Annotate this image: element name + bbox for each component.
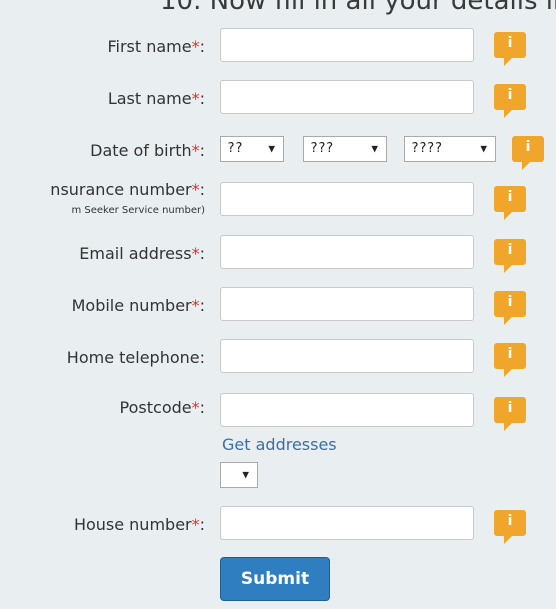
insurance-number-sublabel: m Seeker Service number) [71,205,205,216]
insurance-number-input[interactable] [220,182,474,216]
date-of-birth-label: Date of birth*: [90,141,205,160]
first-name-info-icon[interactable]: i [494,32,526,66]
step-heading: 10. Now fill in all your details in the [0,0,556,30]
first-name-label: First name*: [107,37,205,56]
mobile-info-icon[interactable]: i [494,291,526,325]
postcode-label: Postcode*: [119,398,205,417]
mobile-number-input[interactable] [220,287,474,321]
dob-info-icon[interactable]: i [512,136,544,170]
insurance-number-label: nsurance number*: [50,180,205,199]
home-telephone-label: Home telephone: [66,348,205,367]
email-address-input[interactable] [220,235,474,269]
postcode-info-icon[interactable]: i [494,397,526,431]
dob-day-select[interactable]: ?? ▼ [220,136,284,162]
step-heading-text: 10. Now fill in all your details in the [160,0,556,16]
email-info-icon[interactable]: i [494,239,526,273]
insurance-number-info-icon[interactable]: i [494,186,526,220]
house-number-input[interactable] [220,506,474,540]
last-name-info-icon[interactable]: i [494,84,526,118]
address-select[interactable]: ▼ [220,462,258,488]
last-name-input[interactable] [220,80,474,114]
chevron-down-icon: ▼ [242,468,249,481]
dob-year-select[interactable]: ???? ▼ [404,136,496,162]
home-telephone-info-icon[interactable]: i [494,343,526,377]
chevron-down-icon: ▼ [268,142,275,155]
last-name-label: Last name*: [107,89,205,108]
submit-button[interactable]: Submit [220,557,330,601]
house-number-label: House number*: [73,515,205,534]
home-telephone-input[interactable] [220,339,474,373]
postcode-input[interactable] [220,393,474,427]
first-name-input[interactable] [220,28,474,62]
email-address-label: Email address*: [79,244,205,263]
chevron-down-icon: ▼ [371,142,378,155]
get-addresses-link[interactable]: Get addresses [222,435,337,454]
dob-month-select[interactable]: ??? ▼ [303,136,387,162]
chevron-down-icon: ▼ [480,142,487,155]
mobile-number-label: Mobile number*: [71,296,205,315]
house-number-info-icon[interactable]: i [494,510,526,544]
